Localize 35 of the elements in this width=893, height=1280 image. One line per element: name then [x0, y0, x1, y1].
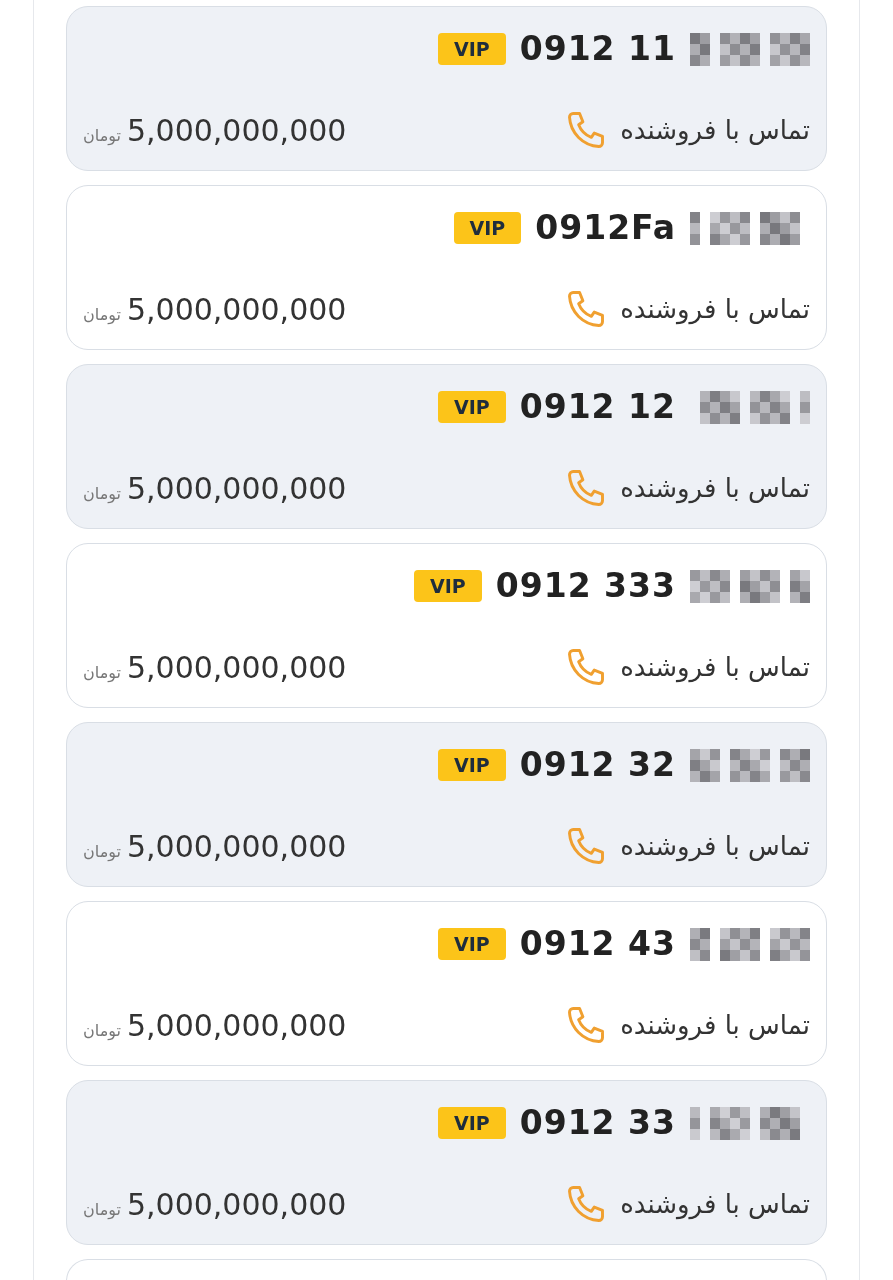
vip-badge: VIP [438, 32, 506, 65]
phone-number: 0912 43 [519, 924, 676, 963]
vip-badge: VIP [438, 748, 506, 781]
call-seller-link[interactable]: تماس با فروشنده [620, 1010, 810, 1040]
price: 5,000,000,000 [126, 112, 347, 148]
call-seller-link[interactable]: تماس با فروشنده [620, 831, 810, 861]
phone-number: 0912 11 [519, 29, 676, 68]
currency-label: تومان [83, 304, 121, 324]
currency-label: تومان [83, 125, 121, 145]
price: 5,000,000,000 [126, 470, 347, 506]
phone-number: 0912 333 [495, 566, 676, 605]
price: 5,000,000,000 [126, 649, 347, 685]
currency-label: تومان [83, 662, 121, 682]
currency-label: تومان [83, 483, 121, 503]
call-seller-link[interactable]: تماس با فروشنده [620, 115, 810, 145]
phone-number: 0912 12 [519, 387, 676, 426]
call-seller-link[interactable]: تماس با فروشنده [620, 1189, 810, 1219]
vip-badge: VIP [414, 569, 482, 602]
price: 5,000,000,000 [126, 1007, 347, 1043]
vip-badge: VIP [438, 390, 506, 423]
call-seller-link[interactable]: تماس با فروشنده [620, 294, 810, 324]
price: 5,000,000,000 [126, 828, 347, 864]
currency-label: تومان [83, 1199, 121, 1219]
phone-number: 0912 33 [519, 1103, 676, 1142]
currency-label: تومان [83, 1020, 121, 1040]
vip-badge: VIP [453, 211, 522, 244]
vip-badge: VIP [438, 1106, 506, 1139]
currency-label: تومان [83, 841, 121, 861]
call-seller-link[interactable]: تماس با فروشنده [620, 652, 810, 682]
price: 5,000,000,000 [126, 1186, 347, 1222]
call-seller-link[interactable]: تماس با فروشنده [620, 473, 810, 503]
phone-number: 0912Fa [535, 208, 676, 247]
vip-badge: VIP [438, 927, 506, 960]
price: 5,000,000,000 [126, 291, 347, 327]
phone-number: 0912 32 [519, 745, 676, 784]
